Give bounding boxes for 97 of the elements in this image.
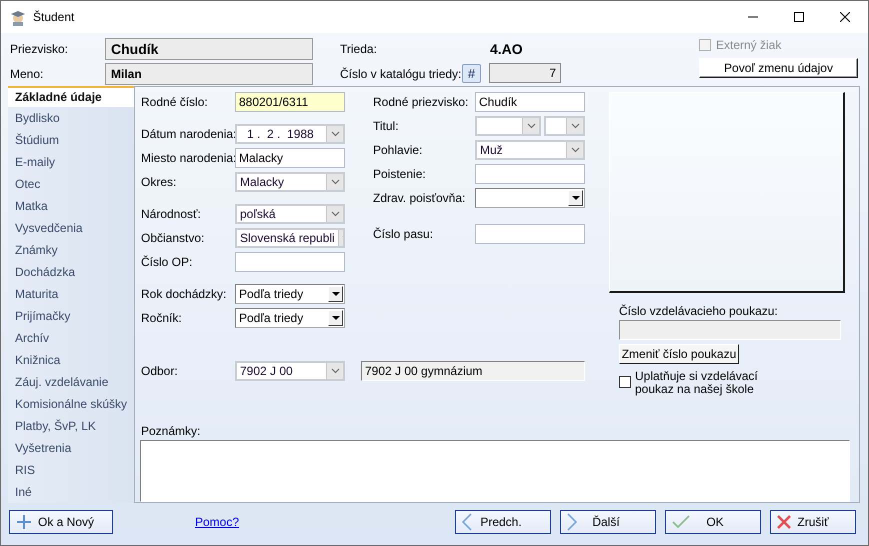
checkbox-label: Externý žiak xyxy=(716,38,782,52)
chevron-down-icon xyxy=(330,179,340,185)
sidebar-item[interactable]: Komisionálne skúšky xyxy=(8,393,134,415)
combo-box[interactable]: poľská xyxy=(235,204,345,224)
field-label: Poistenie: xyxy=(373,166,427,183)
field-label: Dátum narodenia: xyxy=(141,126,235,143)
combo-box[interactable] xyxy=(544,116,585,136)
combo-box[interactable]: Slovenská republi xyxy=(235,228,345,248)
field-label: Rodné číslo: xyxy=(141,94,209,111)
chevron-left-icon xyxy=(462,513,472,531)
close-icon[interactable] xyxy=(840,12,850,22)
field-label: Občianstvo: xyxy=(141,230,206,247)
field-label: Titul: xyxy=(373,118,400,135)
graduate-icon xyxy=(9,8,27,26)
sidebar-item[interactable]: E-maily xyxy=(8,151,134,173)
cross-icon xyxy=(777,515,791,529)
field-label: Poznámky: xyxy=(141,424,202,438)
dropdown[interactable]: Podľa triedy xyxy=(235,284,345,304)
sidebar-item[interactable]: Dochádzka xyxy=(8,261,134,283)
ok-button[interactable]: OK xyxy=(665,510,761,534)
previous-button[interactable]: Predch. xyxy=(455,510,551,534)
sidebar-item[interactable]: Maturita xyxy=(8,283,134,305)
text-field[interactable]: 880201/6311 xyxy=(235,92,345,112)
catalog-number-field[interactable]: 7 xyxy=(489,63,561,83)
sidebar-item[interactable]: Platby, ŠvP, LK xyxy=(8,415,134,437)
sidebar-item[interactable]: Knižnica xyxy=(8,349,134,371)
cancel-button[interactable]: Zrušiť xyxy=(770,510,856,534)
field-label: Trieda: xyxy=(340,41,378,58)
field-label: Číslo vzdelávacieho poukazu: xyxy=(619,304,779,318)
combo-box[interactable]: 7902 J 00 xyxy=(235,361,345,381)
change-voucher-button[interactable]: Zmeniť číslo poukazu xyxy=(619,344,739,364)
combo-box[interactable] xyxy=(475,116,542,136)
next-button[interactable]: Ďalší xyxy=(560,510,656,534)
photo-frame[interactable] xyxy=(609,92,845,293)
chevron-down-icon xyxy=(526,123,536,129)
triangle-down-icon xyxy=(332,316,340,320)
checkbox[interactable] xyxy=(619,376,631,388)
unlock-button[interactable]: Povoľ zmenu údajov xyxy=(699,58,858,78)
field-label: Číslo v katalógu triedy: xyxy=(340,66,462,83)
triangle-down-icon xyxy=(332,292,340,296)
field-label: Meno: xyxy=(10,66,44,83)
field-label: Zdrav. poisťovňa: xyxy=(373,190,466,207)
chevron-down-icon xyxy=(330,211,340,217)
help-link[interactable]: Pomoc? xyxy=(195,515,240,529)
notes-field[interactable] xyxy=(140,440,850,502)
description-field: 7902 J 00 gymnázium xyxy=(361,361,585,381)
surname-field: Chudík xyxy=(105,38,313,60)
field-label: Pohlavie: xyxy=(373,142,424,159)
combo-box[interactable]: Muž xyxy=(475,140,585,160)
sidebar-item[interactable]: Vysvedčenia xyxy=(8,217,134,239)
number-button[interactable]: # xyxy=(462,64,481,83)
chevron-down-icon xyxy=(330,131,340,137)
combo-box[interactable]: Malacky xyxy=(235,172,345,192)
plus-icon xyxy=(16,514,32,530)
sidebar-item[interactable]: Bydlisko xyxy=(8,107,134,129)
sidebar-item[interactable]: Základné údaje xyxy=(8,86,134,107)
window-title: Študent xyxy=(33,10,74,24)
sidebar-item[interactable]: Archív xyxy=(8,327,134,349)
chevron-down-icon xyxy=(330,368,340,374)
dropdown[interactable]: Podľa triedy xyxy=(235,308,345,328)
sidebar-item[interactable]: Iné xyxy=(8,481,134,503)
sidebar-item[interactable]: Štúdium xyxy=(8,129,134,151)
class-value: 4.AO xyxy=(489,40,524,59)
field-label: Okres: xyxy=(141,174,178,191)
date-picker[interactable]: 1 . 2 . 1988 xyxy=(235,124,345,144)
field-label: Rok dochádzky: xyxy=(141,286,228,303)
sidebar-item[interactable]: Prijímačky xyxy=(8,305,134,327)
field-label: Rodné priezvisko: xyxy=(373,94,470,111)
text-field[interactable]: Malacky xyxy=(235,148,345,168)
sidebar-item[interactable]: Matka xyxy=(8,195,134,217)
field-label: Ročník: xyxy=(141,310,183,327)
first-name-field: Milan xyxy=(105,63,313,85)
check-icon xyxy=(672,515,690,529)
text-field[interactable] xyxy=(475,164,585,184)
checkbox-label: Uplatňuje si vzdelávací poukaz na našej škole xyxy=(635,370,759,396)
sidebar-item[interactable]: RIS xyxy=(8,459,134,481)
field-label: Národnosť: xyxy=(141,206,202,223)
chevron-down-icon xyxy=(570,123,580,129)
field-label: Číslo pasu: xyxy=(373,226,434,243)
chevron-down-icon xyxy=(570,147,580,153)
field-label: Miesto narodenia: xyxy=(141,150,235,167)
dropdown[interactable] xyxy=(475,188,585,208)
field-label: Priezvisko: xyxy=(10,41,70,58)
voucher-field[interactable] xyxy=(619,320,841,340)
text-field[interactable]: Chudík xyxy=(475,92,585,112)
ok-new-button[interactable]: Ok a Nový xyxy=(9,510,113,534)
text-field[interactable] xyxy=(235,252,345,272)
chevron-right-icon xyxy=(567,513,577,531)
sidebar-item[interactable]: Záuj. vzdelávanie xyxy=(8,371,134,393)
text-field[interactable] xyxy=(475,224,585,244)
field-label: Číslo OP: xyxy=(141,254,194,271)
maximize-icon[interactable] xyxy=(794,12,804,22)
sidebar-item[interactable]: Vyšetrenia xyxy=(8,437,134,459)
triangle-down-icon xyxy=(572,196,580,200)
sidebar-item[interactable]: Známky xyxy=(8,239,134,261)
field-label: Odbor: xyxy=(141,363,179,380)
sidebar-item[interactable]: Otec xyxy=(8,173,134,195)
